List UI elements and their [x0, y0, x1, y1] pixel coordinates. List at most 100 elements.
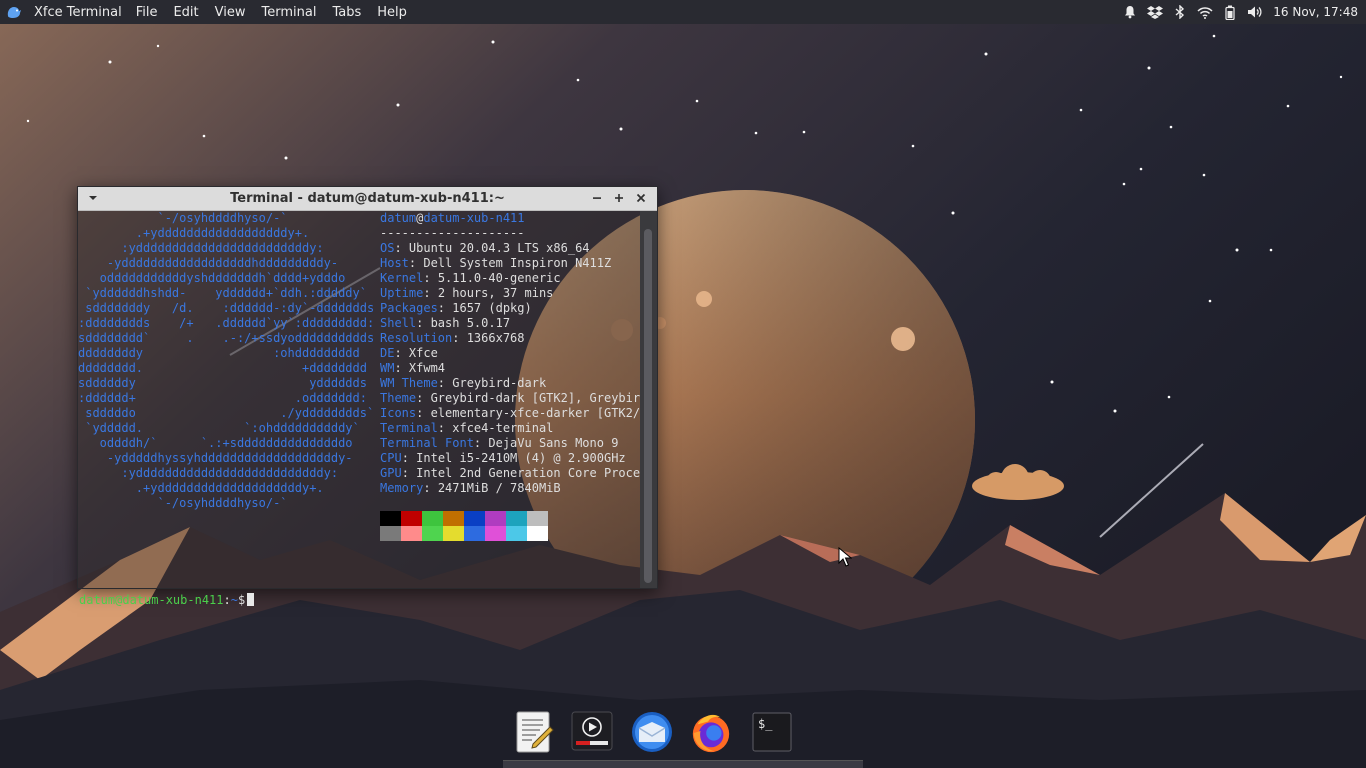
dropbox-icon[interactable]	[1142, 0, 1167, 24]
info-value: Greybird-dark	[452, 376, 547, 390]
info-row: Packages: 1657 (dpkg)	[380, 301, 532, 315]
info-row: Kernel: 5.11.0-40-generic	[380, 271, 561, 285]
color-swatch	[464, 526, 485, 541]
whisker-menu-button[interactable]	[0, 0, 28, 24]
ascii-line: `yddddddhshdd- ydddddd+`ddh.:dddddy`	[78, 286, 367, 300]
mouse-pointer-icon	[838, 547, 852, 567]
bluetooth-icon[interactable]	[1167, 0, 1192, 24]
info-row: GPU: Intel 2nd Generation Core Proce	[380, 466, 641, 480]
info-value: Dell System Inspiron N411Z	[423, 256, 612, 270]
minimize-icon	[593, 197, 601, 199]
info-row: Host: Dell System Inspiron N411Z	[380, 256, 612, 270]
info-key: Terminal	[380, 421, 438, 435]
terminal-output[interactable]: `-/osyhddddhyso/-` .+ydddddddddddddddddd…	[78, 211, 641, 607]
ascii-line: :dddddd+ .oddddddd:	[78, 391, 367, 405]
info-separator: --------------------	[380, 226, 525, 240]
info-row: WM: Xfwm4	[380, 361, 446, 375]
ascii-line: ddddddddy :ohddddddddd	[78, 346, 360, 360]
ascii-line: dddddddd. +dddddddd	[78, 361, 367, 375]
terminal-scrollbar[interactable]	[640, 211, 657, 588]
ascii-line: odddddddddddyshdddddddh`dddd+ydddo	[78, 271, 346, 285]
info-row: OS: Ubuntu 20.04.3 LTS x86_64	[380, 241, 590, 255]
volume-icon[interactable]	[1242, 0, 1267, 24]
info-key: Terminal Font	[380, 436, 474, 450]
ascii-line: sdddddddy /d. :dddddd-:dy`-ddddddds	[78, 301, 375, 315]
menu-edit[interactable]: Edit	[165, 5, 206, 20]
scrollbar-thumb[interactable]	[644, 229, 652, 583]
clock[interactable]: 16 Nov, 17:48	[1267, 5, 1366, 19]
info-row: Uptime: 2 hours, 37 mins	[380, 286, 554, 300]
info-value: Xfce	[408, 346, 438, 360]
info-key: Shell	[380, 316, 417, 330]
info-value: Xfwm4	[408, 361, 446, 375]
firefox-icon	[692, 714, 730, 753]
terminal-window: Terminal - datum@datum-xub-n411:~ `-/osy…	[77, 186, 658, 607]
ascii-line: :yddddddddddddddddddddddddddy:	[78, 466, 339, 480]
maximize-button[interactable]	[610, 189, 628, 207]
info-value: 5.11.0-40-generic	[437, 271, 561, 285]
menu-view[interactable]: View	[207, 5, 254, 20]
color-swatch	[485, 511, 506, 526]
info-user-host: datum@datum-xub-n411	[380, 211, 525, 225]
window-title: Terminal - datum@datum-xub-n411:~	[230, 191, 505, 206]
ascii-line: `yddddd. `:ohddddddddddy`	[78, 421, 360, 435]
text-cursor	[247, 593, 255, 606]
close-button[interactable]	[632, 189, 650, 207]
dock-terminal[interactable]: $_	[750, 710, 794, 754]
menu-file[interactable]: File	[128, 5, 166, 20]
ascii-line: .+yddddddddddddddddddy+.	[78, 226, 310, 240]
info-value: 1657 (dpkg)	[452, 301, 532, 315]
dock: $_	[503, 706, 863, 768]
palette-row	[380, 511, 548, 526]
active-app-name[interactable]: Xfce Terminal	[28, 5, 128, 20]
dock-text-editor[interactable]	[512, 710, 556, 754]
ascii-line: oddddh/` `.:+sdddddddddddddddo	[78, 436, 353, 450]
ascii-line: `-/osyhddddhyso/-`	[78, 496, 288, 510]
battery-icon[interactable]	[1217, 0, 1242, 24]
menu-help[interactable]: Help	[369, 5, 415, 20]
info-row: WM Theme: Greybird-dark	[380, 376, 547, 390]
terminal-icon: $_	[752, 712, 792, 752]
media-player-icon	[571, 711, 613, 751]
info-row: DE: Xfce	[380, 346, 438, 360]
ascii-line: sdddddddd` . .-:/+ssdyodddddddddds	[78, 331, 375, 345]
info-value: 1366x768	[466, 331, 525, 345]
ascii-line: -yddddddddddddddddddhdddddddddy-	[78, 256, 339, 270]
color-swatch	[380, 511, 401, 526]
info-key: Kernel	[380, 271, 424, 285]
window-titlebar[interactable]: Terminal - datum@datum-xub-n411:~	[78, 187, 657, 211]
dock-media-player[interactable]	[570, 710, 614, 754]
xfce-mouse-icon	[7, 7, 22, 18]
info-key: Icons	[380, 406, 417, 420]
color-swatch	[506, 511, 527, 526]
menu-tabs[interactable]: Tabs	[324, 5, 369, 20]
maximize-icon	[615, 194, 623, 202]
dock-firefox[interactable]	[689, 710, 733, 754]
terminal-icon-text: $_	[758, 717, 773, 731]
wifi-icon[interactable]	[1192, 0, 1217, 24]
info-key: Uptime	[380, 286, 424, 300]
text-editor-icon	[516, 711, 554, 753]
info-row: CPU: Intel i5-2410M (4) @ 2.900GHz	[380, 451, 626, 465]
info-value: xfce4-terminal	[452, 421, 554, 435]
dock-mail-client[interactable]	[630, 710, 674, 754]
close-icon	[636, 193, 646, 203]
color-swatch	[527, 511, 548, 526]
ascii-line: -ydddddhyssyhdddddddddddddddddddy-	[78, 451, 353, 465]
color-swatch	[464, 511, 485, 526]
ascii-line: sdddddo ./ydddddddds`	[78, 406, 375, 420]
ascii-line: .+yddddddddddddddddddddy+.	[78, 481, 324, 495]
dock-bar	[503, 760, 863, 768]
info-row: Terminal Font: DejaVu Sans Mono 9	[380, 436, 619, 450]
shell-prompt[interactable]: datum@datum-xub-n411:~$	[79, 593, 255, 608]
top-panel: Xfce Terminal File Edit View Terminal Ta…	[0, 0, 1366, 24]
notification-bell-icon[interactable]	[1117, 0, 1142, 24]
menu-terminal[interactable]: Terminal	[254, 5, 325, 20]
color-swatch	[527, 526, 548, 541]
info-row: Icons: elementary-xfce-darker [GTK2/	[380, 406, 641, 420]
info-value: Greybird-dark [GTK2], Greybir	[430, 391, 641, 405]
color-swatch	[380, 526, 401, 541]
ascii-line: sddddddy ydddddds	[78, 376, 367, 390]
info-value: 2471MiB / 7840MiB	[437, 481, 561, 495]
minimize-button[interactable]	[588, 189, 606, 207]
